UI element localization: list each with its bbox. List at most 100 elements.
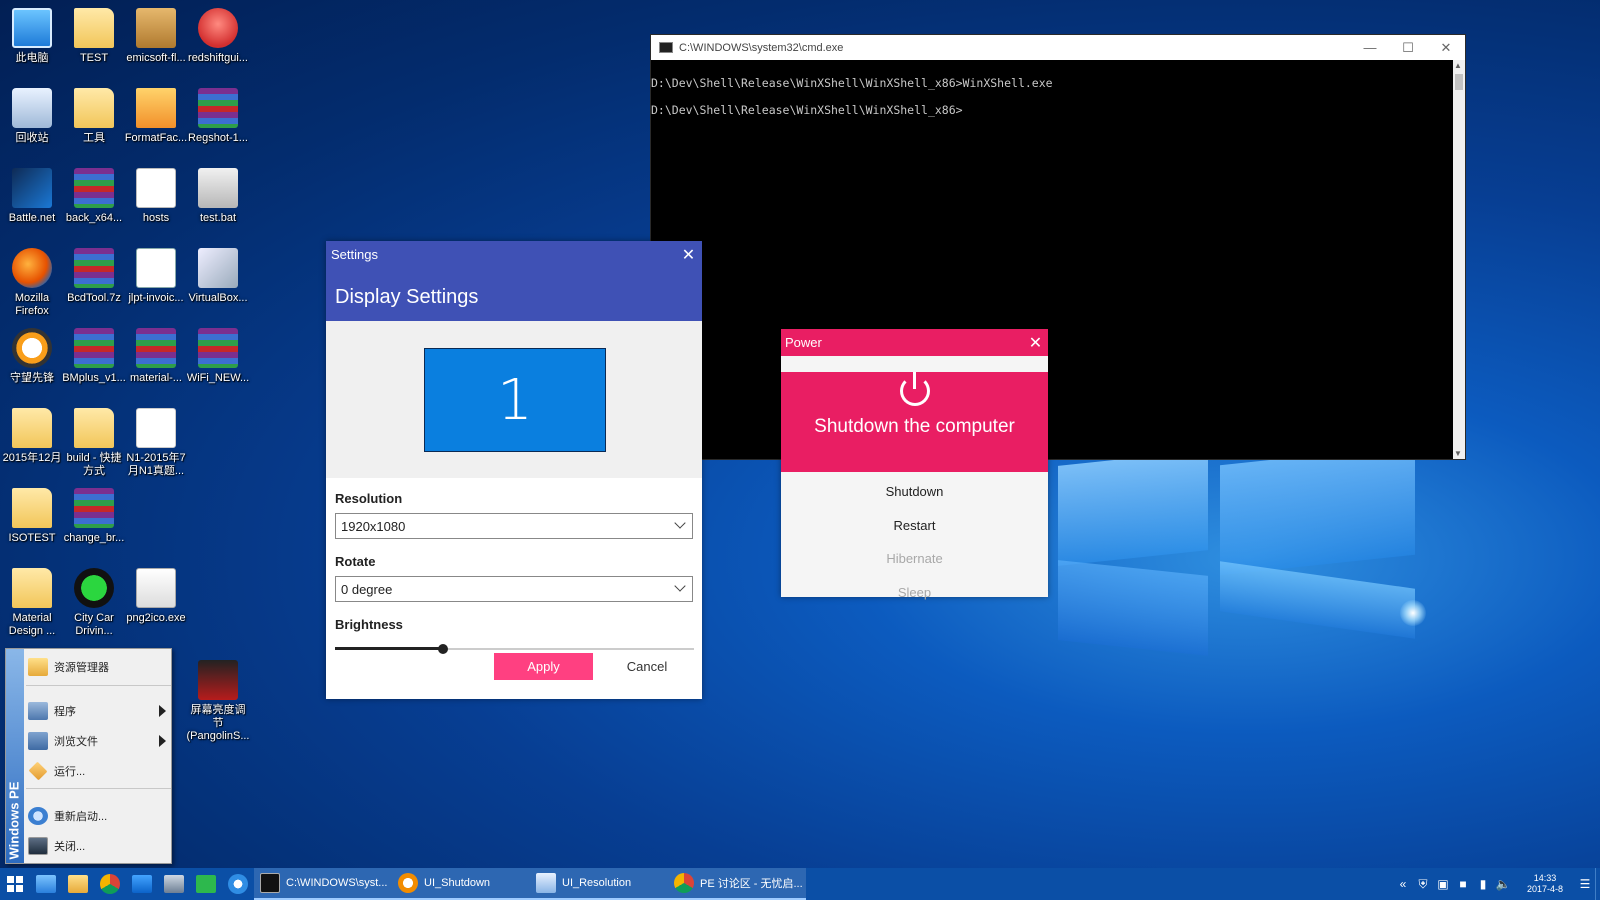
desktop-icon-jlpt-invoice[interactable]: jlpt-invoic... [124,248,188,305]
taskbar-task-label: C:\WINDOWS\syst... [286,877,388,889]
shield-icon[interactable]: ⛨ [1413,877,1433,892]
rotate-dropdown[interactable]: 0 degree [335,576,693,602]
folder-icon [12,568,52,608]
pe-menu-item-restart[interactable]: 重新启动... [26,802,171,830]
taskbar-task-ui-resolution[interactable]: UI_Resolution [530,868,668,900]
taskbar-baidu-netdisk[interactable] [223,869,253,899]
taskbar-chrome[interactable] [95,869,125,899]
pe-menu-item-programs[interactable]: 程序 [26,697,171,725]
desktop-icon-label: jlpt-invoic... [128,292,184,304]
cmd-scrollbar[interactable]: ▲ ▼ [1453,60,1465,459]
apply-button[interactable]: Apply [494,653,593,680]
close-button[interactable]: ✕ [675,241,702,268]
desktop-icon-test[interactable]: TEST [62,8,126,65]
desktop-icon-material[interactable]: material-... [124,328,188,385]
desktop-icon-hosts[interactable]: hosts [124,168,188,225]
desktop-icon-png2ico[interactable]: png2ico.exe [124,568,188,625]
desktop-icon-pangolin[interactable]: 屏幕亮度调节(PangolinS... [186,660,250,743]
monitor-1[interactable]: 1 [424,348,606,452]
cmd-line: D:\Dev\Shell\Release\WinXShell\WinXShell… [651,76,1053,90]
desktop-icon-n1-pdf[interactable]: N1-2015年7月N1真题... [124,408,188,478]
pe-menu-item-shutdown[interactable]: 关闭... [26,832,171,860]
sleep-option: Sleep [897,584,932,600]
settings-window[interactable]: Settings ✕ Display Settings 1 Resolution… [326,241,702,699]
taskbar-desktop[interactable] [127,869,157,899]
taskbar-control-panel[interactable] [159,869,189,899]
taskbar-task-chrome[interactable]: PE 讨论区 - 无忧启... [668,868,806,900]
desktop-icon-firefox[interactable]: Mozilla Firefox [0,248,64,318]
scrollbar-thumb[interactable] [1455,74,1463,90]
taskbar-task-ui-shutdown[interactable]: UI_Shutdown [392,868,530,900]
desktop-icon-city-car[interactable]: City Car Drivin... [62,568,126,638]
pe-menu-item-explorer[interactable]: 资源管理器 [26,653,171,681]
desktop-icon-2015-12[interactable]: 2015年12月 [0,408,64,465]
scroll-up-icon[interactable]: ▲ [1454,61,1462,70]
desktop-icon-test-bat[interactable]: test.bat [186,168,250,225]
desktop-icon-regshot[interactable]: Regshot-1... [186,88,250,145]
resolution-value: 1920x1080 [341,518,406,534]
minimize-button[interactable]: — [1351,35,1389,60]
taskbar-task-label: UI_Resolution [562,877,632,889]
chevron-left-icon[interactable]: « [1393,877,1413,891]
desktop-icon-emicsoft[interactable]: emicsoft-fl... [124,8,188,65]
desktop-icon-label: hosts [142,212,170,224]
pe-brand-strip: Windows PE [6,649,24,863]
shutdown-option[interactable]: Shutdown [781,475,1048,509]
windows-logo-icon [7,876,23,892]
desktop-icon-isotest[interactable]: ISOTEST [0,488,64,545]
power-app-icon [398,873,418,893]
desktop-icon-recycle-bin[interactable]: 回收站 [0,88,64,145]
png2ico-icon [136,568,176,608]
desktop-icon-virtualbox[interactable]: VirtualBox... [186,248,250,305]
resolution-dropdown[interactable]: 1920x1080 [335,513,693,539]
volume-icon[interactable]: 🔈 [1493,877,1513,891]
restart-option[interactable]: Restart [781,509,1048,543]
pe-menu-item-browse[interactable]: 浏览文件 [26,727,171,755]
cmd-line: D:\Dev\Shell\Release\WinXShell\WinXShell… [651,103,963,117]
desktop-icon-formatfactory[interactable]: FormatFac... [124,88,188,145]
desktop-icon-label: N1-2015年7月N1真题... [126,452,186,477]
desktop-icon-tools[interactable]: 工具 [62,88,126,145]
battery-icon[interactable]: ▮ [1473,877,1493,891]
desktop-icon-bcdtool[interactable]: BcdTool.7z [62,248,126,305]
start-button[interactable] [0,868,30,900]
pe-start-menu[interactable]: Windows PE 资源管理器 程序 浏览文件 运行... 重新启动... 关… [5,648,172,864]
power-window[interactable]: Power ✕ Shutdown the computer Shutdown R… [781,329,1048,600]
close-button[interactable]: ✕ [1023,329,1048,356]
input-method-icon[interactable]: ▣ [1433,877,1453,891]
winrar-archive-icon [74,328,114,368]
office-icon[interactable]: ■ [1453,877,1473,891]
restart-icon [28,807,48,825]
desktop-icon-back-x64[interactable]: back_x64... [62,168,126,225]
show-desktop-button[interactable] [1595,868,1600,900]
desktop-icon-this-pc[interactable]: 此电脑 [0,8,64,65]
desktop-icon-change-br[interactable]: change_br... [62,488,126,545]
cmd-window[interactable]: C:\WINDOWS\system32\cmd.exe — ☐ ✕ D:\Dev… [650,34,1466,460]
taskbar-task-view[interactable] [31,869,61,899]
pe-menu-separator [26,685,171,686]
cmd-output[interactable]: D:\Dev\Shell\Release\WinXShell\WinXShell… [651,60,1465,124]
cmd-titlebar[interactable]: C:\WINDOWS\system32\cmd.exe — ☐ ✕ [651,35,1465,60]
desktop-icon-build-shortcut[interactable]: build - 快捷方式 [62,408,126,478]
clock[interactable]: 14:33 2017-4-8 [1519,873,1571,895]
power-titlebar[interactable]: Power ✕ [781,329,1048,356]
desktop-icon-bmplus[interactable]: BMplus_v1... [62,328,126,385]
cancel-button[interactable]: Cancel [602,653,692,680]
desktop-icon-battlenet[interactable]: Battle.net [0,168,64,225]
pe-menu-item-run[interactable]: 运行... [26,757,171,785]
settings-titlebar[interactable]: Settings ✕ [326,241,702,268]
desktop-icon-label: 此电脑 [15,52,49,64]
taskbar-task-cmd[interactable]: C:\WINDOWS\syst... [254,868,392,900]
maximize-button[interactable]: ☐ [1389,35,1427,60]
desktop-icon-wifi-new[interactable]: WiFi_NEW... [186,328,250,385]
desktop-icon-material-design[interactable]: Material Design ... [0,568,64,638]
wallpaper-beam [1058,450,1208,566]
taskbar-file-explorer[interactable] [63,869,93,899]
desktop-icon-redshift[interactable]: redshiftgui... [186,8,250,65]
desktop-icon-overwatch[interactable]: 守望先锋 [0,328,64,385]
close-button[interactable]: ✕ [1427,35,1465,60]
taskbar-iqiyi[interactable] [191,869,221,899]
notification-icon[interactable]: ☰ [1575,877,1595,891]
task-view-icon [36,875,56,893]
scroll-down-icon[interactable]: ▼ [1454,449,1462,458]
